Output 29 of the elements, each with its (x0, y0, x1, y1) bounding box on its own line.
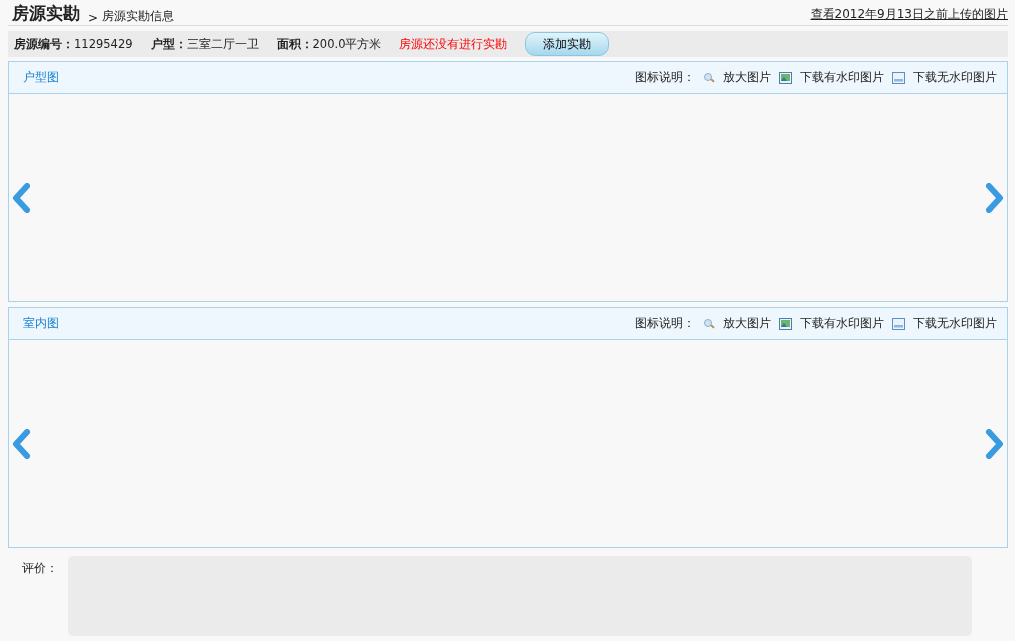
field-label: 户型： (150, 36, 187, 51)
field-value: 200.0平方米 (312, 36, 382, 51)
field-label: 房源编号： (14, 36, 74, 51)
image-icon (779, 71, 792, 84)
legend-text: 放大图片 (723, 315, 771, 332)
page-title: 房源实勘 (11, 2, 80, 25)
field-value: 11295429 (74, 36, 133, 51)
comment-label: 评价： (22, 560, 59, 577)
legend-text: 下载无水印图片 (913, 69, 997, 86)
panel-title: 户型图 (23, 69, 59, 86)
field-label: 面积： (276, 36, 313, 51)
field-value: 三室二厅一卫 (186, 36, 259, 51)
image-icon (779, 317, 792, 330)
legend-label: 图标说明： (635, 315, 695, 332)
legend-text: 下载无水印图片 (913, 315, 997, 332)
legend-label: 图标说明： (635, 69, 695, 86)
history-link[interactable]: 查看2012年9月13日之前上传的图片 (810, 6, 1008, 25)
magnifier-icon (703, 317, 715, 330)
panel-title: 室内图 (23, 315, 59, 332)
legend-text: 下载有水印图片 (800, 69, 884, 86)
breadcrumb-item: 房源实勘信息 (102, 8, 175, 25)
blank-image-icon (892, 71, 905, 84)
blank-image-icon (892, 317, 905, 330)
breadcrumb-separator: > (88, 11, 99, 25)
legend-text: 放大图片 (723, 69, 771, 86)
add-button[interactable]: 添加实勘 (525, 32, 610, 56)
magnifier-icon (703, 71, 715, 84)
legend-text: 下载有水印图片 (800, 315, 884, 332)
status-text: 房源还没有进行实勘 (399, 36, 508, 52)
